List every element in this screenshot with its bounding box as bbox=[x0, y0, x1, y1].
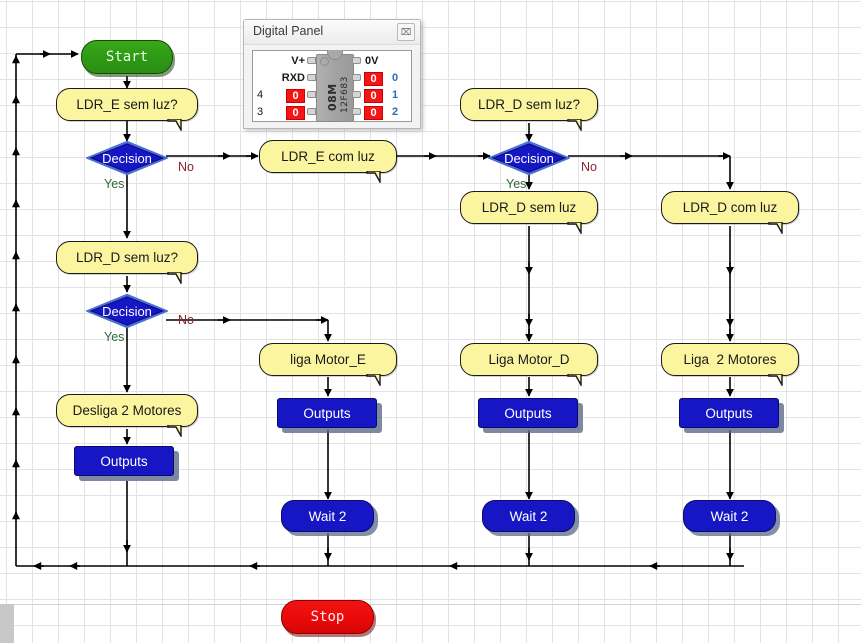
chip-part-label: 12F683 bbox=[340, 76, 350, 113]
panel-output-value-1[interactable]: 0 bbox=[364, 89, 383, 103]
panel-input-value-4[interactable]: 0 bbox=[286, 89, 305, 103]
edge-label-no-1: No bbox=[178, 160, 194, 174]
flow-node-start[interactable]: Start bbox=[81, 40, 173, 74]
flow-node-label: Wait 2 bbox=[710, 508, 749, 524]
application-window: Start LDR_E sem luz? Decision Yes No LDR… bbox=[0, 0, 861, 643]
flow-node-wait-1[interactable]: Wait 2 bbox=[281, 500, 378, 536]
flow-node-stop[interactable]: Stop bbox=[281, 600, 374, 634]
flow-node-stop-label: Stop bbox=[310, 609, 345, 625]
chip-name-label: 08M bbox=[326, 83, 339, 111]
flow-node-outputs-1[interactable]: Outputs bbox=[74, 446, 179, 481]
flow-node-label: Outputs bbox=[100, 453, 148, 469]
flow-node-decision-3[interactable]: Decision bbox=[486, 140, 572, 176]
flow-node-liga-2-motores[interactable]: Liga 2 Motores bbox=[661, 343, 799, 386]
edge-label-yes-3: Yes bbox=[506, 177, 527, 191]
horizontal-scrollbar-gutter[interactable] bbox=[0, 604, 14, 643]
flow-node-ldr-d-com-luz[interactable]: LDR_D com luz bbox=[661, 191, 799, 234]
flow-node-ldr-d-sem-luz[interactable]: LDR_D sem luz bbox=[460, 191, 598, 234]
flow-node-label: LDR_E sem luz? bbox=[76, 97, 178, 112]
flow-node-outputs-4[interactable]: Outputs bbox=[679, 398, 784, 433]
panel-output-value-0[interactable]: 0 bbox=[364, 72, 383, 86]
close-icon[interactable]: ⌧ bbox=[397, 23, 415, 41]
flow-node-label: Wait 2 bbox=[509, 508, 548, 524]
edge-label-yes-1: Yes bbox=[104, 177, 125, 191]
panel-output-index-2: 2 bbox=[392, 106, 399, 118]
digital-panel-window[interactable]: Digital Panel ⌧ 08M 12F683 V+ RXD 4 3 0 … bbox=[243, 19, 421, 129]
digital-panel-titlebar[interactable]: Digital Panel ⌧ bbox=[244, 20, 420, 45]
flow-node-label: LDR_E com luz bbox=[281, 149, 375, 164]
flow-node-ldr-d-sem-luz-question-right[interactable]: LDR_D sem luz? bbox=[460, 88, 598, 131]
chip-pin-left-4 bbox=[307, 108, 316, 115]
decision-diamond-icon bbox=[486, 140, 572, 176]
flow-node-label: Liga Motor_D bbox=[488, 352, 570, 367]
chip-notch-icon bbox=[327, 50, 343, 60]
flow-node-wait-2[interactable]: Wait 2 bbox=[482, 500, 579, 536]
flow-node-liga-motor-d[interactable]: Liga Motor_D bbox=[460, 343, 598, 386]
chip-pin-right-2 bbox=[352, 74, 361, 81]
flow-node-decision-2[interactable]: Decision bbox=[84, 293, 170, 329]
flow-node-label: Desliga 2 Motores bbox=[72, 403, 182, 418]
edge-label-no-3: No bbox=[581, 160, 597, 174]
flow-node-label: LDR_D sem luz? bbox=[477, 97, 581, 112]
flow-node-start-label: Start bbox=[105, 49, 149, 65]
digital-panel-title: Digital Panel bbox=[253, 24, 324, 38]
flow-node-label: LDR_D com luz bbox=[682, 200, 778, 215]
flow-node-ldr-d-sem-luz-question-left[interactable]: LDR_D sem luz? bbox=[56, 241, 198, 284]
flow-node-ldr-e-sem-luz-question[interactable]: LDR_E sem luz? bbox=[56, 88, 198, 131]
chip-pin1-dot-icon bbox=[320, 57, 329, 66]
flow-node-liga-motor-e[interactable]: liga Motor_E bbox=[259, 343, 397, 386]
flow-node-label: Outputs bbox=[504, 405, 552, 421]
canvas-bottom-divider bbox=[0, 604, 861, 605]
flow-node-label: Outputs bbox=[303, 405, 351, 421]
edge-label-no-2: No bbox=[178, 313, 194, 327]
edge-label-yes-2: Yes bbox=[104, 330, 125, 344]
chip-pin-right-1 bbox=[352, 57, 361, 64]
flow-node-label: liga Motor_E bbox=[290, 352, 366, 367]
flow-node-decision-1[interactable]: Decision bbox=[84, 140, 170, 176]
panel-label-pin-3: 3 bbox=[257, 106, 264, 118]
flow-node-desliga-2-motores[interactable]: Desliga 2 Motores bbox=[56, 394, 198, 437]
flow-node-label: LDR_D sem luz bbox=[481, 200, 577, 215]
panel-output-value-2[interactable]: 0 bbox=[364, 106, 383, 120]
flow-node-ldr-e-com-luz[interactable]: LDR_E com luz bbox=[259, 140, 397, 183]
chip-pin-left-1 bbox=[307, 57, 316, 64]
panel-label-rxd: RXD bbox=[281, 72, 305, 84]
decision-diamond-icon bbox=[84, 293, 170, 329]
chip-pin-right-3 bbox=[352, 91, 361, 98]
chip-pin-left-3 bbox=[307, 91, 316, 98]
flow-node-outputs-3[interactable]: Outputs bbox=[478, 398, 583, 433]
chip-pin-left-2 bbox=[307, 74, 316, 81]
flow-node-wait-3[interactable]: Wait 2 bbox=[683, 500, 780, 536]
decision-diamond-icon bbox=[84, 140, 170, 176]
panel-label-0v: 0V bbox=[365, 55, 379, 67]
flow-node-label: LDR_D sem luz? bbox=[75, 250, 179, 265]
panel-input-value-3[interactable]: 0 bbox=[286, 106, 305, 120]
microcontroller-chip: 08M 12F683 bbox=[316, 50, 354, 122]
chip-pin-right-4 bbox=[352, 108, 361, 115]
flow-node-outputs-2[interactable]: Outputs bbox=[277, 398, 382, 433]
flow-node-label: Liga 2 Motores bbox=[683, 352, 777, 367]
panel-output-index-1: 1 bbox=[392, 89, 399, 101]
panel-label-vplus: V+ bbox=[291, 55, 305, 67]
panel-label-pin-4: 4 bbox=[257, 89, 264, 101]
panel-output-index-0: 0 bbox=[392, 72, 399, 84]
flow-node-label: Wait 2 bbox=[308, 508, 347, 524]
flow-node-label: Outputs bbox=[705, 405, 753, 421]
digital-panel-body: 08M 12F683 V+ RXD 4 3 0 0 0V 0 0 0 0 1 2 bbox=[252, 50, 412, 122]
